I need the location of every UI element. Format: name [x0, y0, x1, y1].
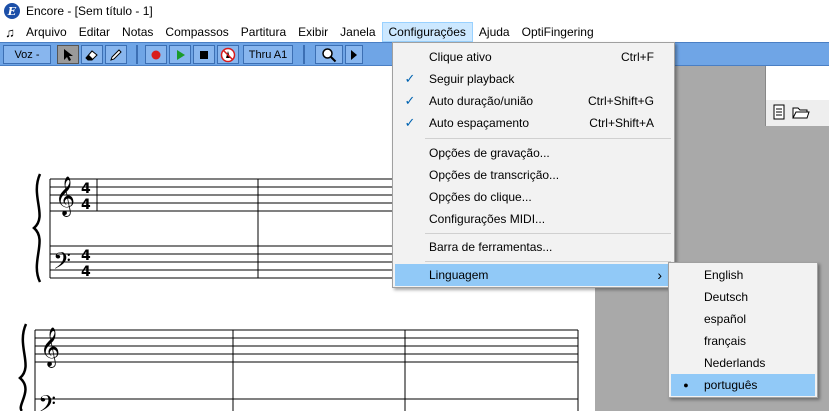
magnifier-icon[interactable]	[315, 45, 343, 64]
menu-separator	[425, 138, 671, 139]
menu-item-auto-espacamento[interactable]: ✓ Auto espaçamento Ctrl+Shift+A	[395, 112, 672, 134]
radio-bullet-icon: ●	[683, 380, 689, 390]
menu-janela[interactable]: Janela	[334, 22, 381, 42]
no-metronome-icon[interactable]	[217, 45, 239, 64]
menu-item-seguir-playback[interactable]: ✓ Seguir playback	[395, 68, 672, 90]
language-option-francais[interactable]: français	[671, 330, 815, 352]
toolbar-separator	[136, 45, 138, 64]
menu-item-configuracoes-midi[interactable]: Configurações MIDI...	[395, 208, 672, 230]
time-signature-top: 4	[81, 181, 91, 197]
menu-item-opcoes-transcricao[interactable]: Opções de transcrição...	[395, 164, 672, 186]
menu-item-opcoes-gravacao[interactable]: Opções de gravação...	[395, 142, 672, 164]
menu-configuracoes[interactable]: Configurações	[381, 22, 473, 42]
language-option-espanol[interactable]: español	[671, 308, 815, 330]
window-title: Encore - [Sem título - 1]	[26, 4, 153, 18]
menu-exibir[interactable]: Exibir	[292, 22, 334, 42]
language-option-english[interactable]: English	[671, 264, 815, 286]
step-forward-icon[interactable]	[345, 45, 363, 64]
document-icon[interactable]	[772, 104, 786, 123]
menu-bar: ♫ Arquivo Editar Notas Compassos Partitu…	[0, 22, 829, 42]
checkmark-icon: ✓	[404, 71, 416, 86]
language-option-nederlands[interactable]: Nederlands	[671, 352, 815, 374]
checkmark-icon: ✓	[404, 115, 416, 130]
menu-partitura[interactable]: Partitura	[235, 22, 292, 42]
menu-ajuda[interactable]: Ajuda	[473, 22, 516, 42]
language-option-deutsch[interactable]: Deutsch	[671, 286, 815, 308]
treble-clef: 𝄞	[55, 176, 75, 217]
menu-notas[interactable]: Notas	[116, 22, 159, 42]
checkmark-icon: ✓	[404, 93, 416, 108]
linguagem-submenu: English Deutsch español français Nederla…	[668, 262, 818, 398]
staff-brace	[18, 323, 28, 411]
arrow-pointer-icon[interactable]	[57, 45, 79, 64]
open-folder-icon[interactable]	[792, 104, 810, 123]
treble-clef: 𝄞	[40, 327, 60, 368]
eraser-icon[interactable]	[81, 45, 103, 64]
stop-icon[interactable]	[193, 45, 215, 64]
thru-channel-label: Thru A1	[248, 48, 288, 61]
menu-item-barra-ferramentas[interactable]: Barra de ferramentas...	[395, 236, 672, 258]
pencil-icon[interactable]	[105, 45, 127, 64]
language-option-portugues[interactable]: ● português	[671, 374, 815, 396]
voice-selector-button[interactable]: Voz -	[3, 45, 51, 64]
time-signature-bottom: 4	[81, 197, 91, 213]
toolbar-separator	[303, 45, 305, 64]
menu-editar[interactable]: Editar	[73, 22, 116, 42]
configuracoes-dropdown-menu: Clique ativo Ctrl+F ✓ Seguir playback ✓ …	[392, 42, 675, 288]
voice-selector-label: Voz -	[14, 48, 40, 61]
menu-item-opcoes-clique[interactable]: Opções do clique...	[395, 186, 672, 208]
encore-logo-icon[interactable]: E	[4, 3, 20, 19]
title-bar: E Encore - [Sem título - 1]	[0, 0, 829, 22]
menu-optifingering[interactable]: OptiFingering	[516, 22, 600, 42]
score-system-2: 𝄞 𝄢	[18, 323, 579, 411]
bass-clef: 𝄢	[38, 390, 56, 411]
time-signature-bottom: 4	[81, 264, 91, 280]
floating-palette-toolbar	[766, 100, 829, 126]
music-note-icon[interactable]: ♫	[0, 25, 20, 40]
menu-item-linguagem[interactable]: Linguagem ›	[395, 264, 672, 286]
floating-palette-window[interactable]	[765, 66, 829, 126]
staff-brace	[32, 173, 42, 283]
menu-arquivo[interactable]: Arquivo	[20, 22, 73, 42]
thru-channel-button[interactable]: Thru A1	[243, 45, 293, 64]
menu-compassos[interactable]: Compassos	[159, 22, 234, 42]
play-icon[interactable]	[169, 45, 191, 64]
menu-separator	[425, 261, 671, 262]
menu-separator	[425, 233, 671, 234]
time-signature-top: 4	[81, 248, 91, 264]
bass-clef: 𝄢	[53, 247, 71, 280]
record-icon[interactable]	[145, 45, 167, 64]
menu-item-clique-ativo[interactable]: Clique ativo Ctrl+F	[395, 46, 672, 68]
menu-item-auto-duracao[interactable]: ✓ Auto duração/união Ctrl+Shift+G	[395, 90, 672, 112]
